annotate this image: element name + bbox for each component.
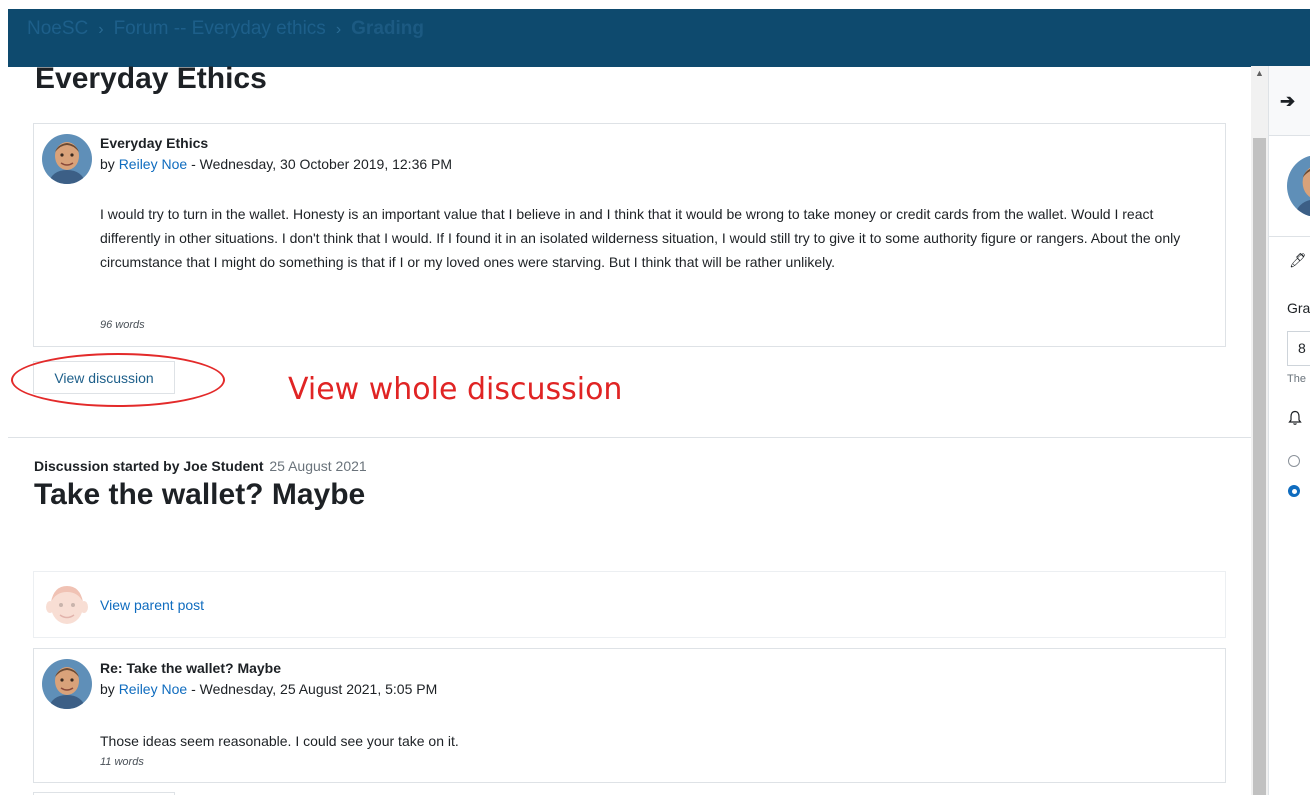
magic-wand-icon: 🖊 <box>1289 252 1307 268</box>
grade-input[interactable]: 8 <box>1287 331 1310 366</box>
post-body: Those ideas seem reasonable. I could see… <box>100 733 459 749</box>
grading-drawer: ➔ 🖊 Gra 8 The <box>1268 66 1310 795</box>
scrollbar-thumb[interactable] <box>1253 138 1266 795</box>
forum-title: Everyday Ethics <box>35 66 267 95</box>
breadcrumb-separator: › <box>335 21 342 38</box>
notify-radio-off[interactable] <box>1288 455 1300 467</box>
scroll-up-icon[interactable]: ▲ <box>1251 68 1268 80</box>
discussion-date: 25 August 2021 <box>269 458 367 474</box>
annotation-ellipse <box>11 353 225 407</box>
avatar[interactable] <box>42 659 92 709</box>
breadcrumb: NoeSC › Forum -- Everyday ethics › Grading <box>27 18 424 40</box>
breadcrumb-item-course[interactable]: NoeSC <box>27 18 88 39</box>
user-avatar-image <box>42 659 92 709</box>
post-subject: Re: Take the wallet? Maybe <box>100 660 282 676</box>
annotation-text: View whole discussion <box>288 372 623 407</box>
post-byline: by Reiley Noe - Wednesday, 30 October 20… <box>100 156 452 172</box>
forum-post: Everyday Ethics by Reiley Noe - Wednesda… <box>33 123 1226 347</box>
word-count: 96 words <box>100 319 145 331</box>
main-content: Everyday Ethics Everyday Ethics by Reile… <box>0 66 1251 795</box>
breadcrumb-item-current: Grading <box>351 18 424 39</box>
author-link[interactable]: Reiley Noe <box>119 681 187 697</box>
grade-help-text: The <box>1287 373 1306 385</box>
forum-post: Re: Take the wallet? Maybe by Reiley Noe… <box>33 648 1226 783</box>
discussion-meta: Discussion started by Joe Student 25 Aug… <box>34 458 367 474</box>
breadcrumb-item-forum[interactable]: Forum -- Everyday ethics <box>114 18 326 39</box>
breadcrumb-separator: › <box>98 21 104 38</box>
main-scrollbar[interactable]: ▲ <box>1251 66 1268 795</box>
avatar <box>1287 155 1310 217</box>
drawer-header: ➔ <box>1269 66 1310 136</box>
avatar[interactable] <box>42 134 92 184</box>
divider <box>8 437 1251 438</box>
user-avatar-image <box>42 134 92 184</box>
notify-radio-on[interactable] <box>1288 485 1300 497</box>
user-avatar-image <box>1287 156 1310 216</box>
bell-icon <box>1288 410 1302 425</box>
post-byline: by Reiley Noe - Wednesday, 25 August 202… <box>100 681 437 697</box>
parent-avatar-image <box>46 586 88 624</box>
word-count: 11 words <box>100 756 144 768</box>
discussion-title: Take the wallet? Maybe <box>34 478 366 511</box>
post-subject: Everyday Ethics <box>100 135 209 151</box>
page-header: NoeSC › Forum -- Everyday ethics › Grading <box>0 0 1310 67</box>
by-prefix: by <box>100 681 115 697</box>
author-link[interactable]: Reiley Noe <box>119 156 187 172</box>
by-prefix: by <box>100 156 115 172</box>
post-date: - Wednesday, 30 October 2019, 12:36 PM <box>191 156 453 172</box>
discussion-started-by: Discussion started by Joe Student <box>34 458 264 474</box>
grade-label: Gra <box>1287 300 1310 316</box>
arrow-right-icon[interactable]: ➔ <box>1280 91 1295 112</box>
post-date: - Wednesday, 25 August 2021, 5:05 PM <box>191 681 438 697</box>
view-parent-post-link[interactable]: View parent post <box>100 597 204 613</box>
parent-post: View parent post <box>33 571 1226 638</box>
post-body: I would try to turn in the wallet. Hones… <box>100 206 1181 270</box>
drawer-divider <box>1269 236 1310 237</box>
